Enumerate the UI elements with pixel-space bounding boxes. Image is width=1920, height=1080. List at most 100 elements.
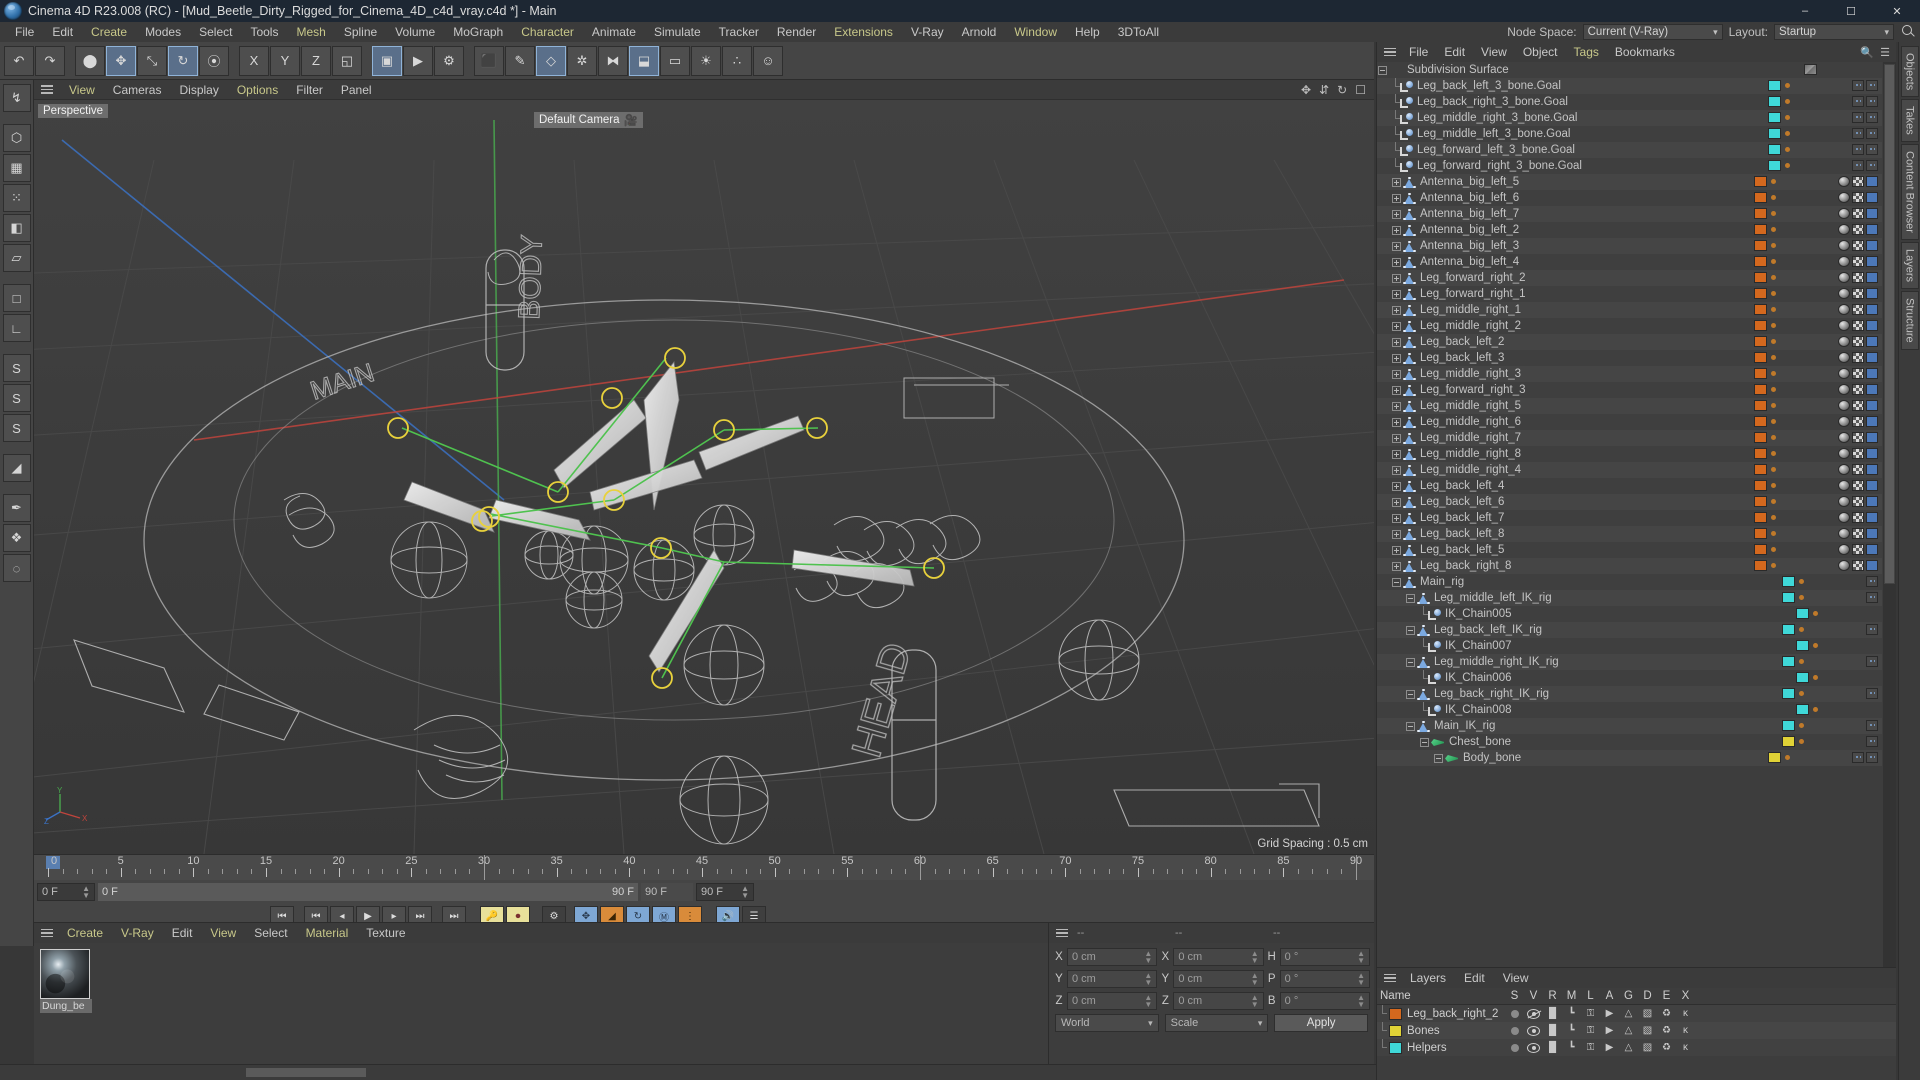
layer-toggle-cell[interactable]: ▧ bbox=[1638, 1042, 1657, 1053]
object-tag-blue[interactable] bbox=[1866, 480, 1878, 491]
object-tree-scrollbar[interactable] bbox=[1883, 62, 1896, 967]
object-tag-dot[interactable] bbox=[1799, 723, 1804, 728]
object-tag-blue[interactable] bbox=[1866, 272, 1878, 283]
object-tag-sph[interactable] bbox=[1838, 544, 1850, 555]
object-tag-dot[interactable] bbox=[1785, 83, 1790, 88]
spinner-icon[interactable]: ▲ ▼ bbox=[741, 885, 749, 900]
uv-button[interactable]: ◌ bbox=[2, 554, 31, 582]
object-layer-color-orange[interactable] bbox=[1754, 288, 1767, 299]
tree-twirl-plus[interactable] bbox=[1391, 481, 1402, 492]
object-tag-sph[interactable] bbox=[1838, 384, 1850, 395]
lock-x-button[interactable]: X bbox=[239, 45, 269, 76]
object-tag-dot[interactable] bbox=[1771, 227, 1776, 232]
object-tree-row[interactable]: Leg_back_left_IK_rig bbox=[1377, 622, 1882, 638]
light-button[interactable]: ☀ bbox=[691, 45, 721, 76]
material-menu-icon[interactable] bbox=[38, 928, 56, 938]
object-tag-dot[interactable] bbox=[1785, 147, 1790, 152]
close-button[interactable]: ✕ bbox=[1874, 0, 1920, 22]
world-axis-button[interactable]: ⦿ bbox=[199, 45, 229, 76]
object-tag-sph[interactable] bbox=[1838, 288, 1850, 299]
spinner-icon[interactable]: ▲ ▼ bbox=[1144, 972, 1152, 987]
floor-environment-button[interactable]: ⬓ bbox=[629, 45, 659, 76]
object-tag-dots[interactable] bbox=[1852, 96, 1864, 107]
spinner-icon[interactable]: ▲ ▼ bbox=[1144, 994, 1152, 1009]
object-tag-blue[interactable] bbox=[1866, 224, 1878, 235]
object-tag-blue[interactable] bbox=[1866, 560, 1878, 571]
tree-twirl-plus[interactable] bbox=[1391, 545, 1402, 556]
object-tree-row[interactable]: Leg_middle_right_8 bbox=[1377, 446, 1882, 462]
object-tag-dot[interactable] bbox=[1771, 307, 1776, 312]
object-tag-dots[interactable] bbox=[1866, 80, 1878, 91]
object-menu-tags[interactable]: Tags bbox=[1566, 42, 1607, 62]
texture-mode-button[interactable]: ▦ bbox=[2, 154, 31, 182]
tree-twirl-plus[interactable] bbox=[1391, 385, 1402, 396]
menu-item-volume[interactable]: Volume bbox=[386, 22, 444, 42]
object-tag-check[interactable] bbox=[1852, 208, 1864, 219]
layer-toggle-cell[interactable]: ♻ bbox=[1657, 1025, 1676, 1036]
bend-deformer-button[interactable]: ⧓ bbox=[598, 45, 628, 76]
object-tree-row[interactable]: Main_rig bbox=[1377, 574, 1882, 590]
object-tag-check[interactable] bbox=[1852, 416, 1864, 427]
object-tree-row[interactable]: Antenna_big_left_2 bbox=[1377, 222, 1882, 238]
object-tag-check[interactable] bbox=[1852, 288, 1864, 299]
menu-item-window[interactable]: Window bbox=[1005, 22, 1066, 42]
menu-item-tools[interactable]: Tools bbox=[241, 22, 287, 42]
object-tag-dot[interactable] bbox=[1771, 259, 1776, 264]
menu-item-spline[interactable]: Spline bbox=[335, 22, 386, 42]
menu-item-render[interactable]: Render bbox=[768, 22, 825, 42]
menu-item-character[interactable]: Character bbox=[512, 22, 583, 42]
object-tag-blue[interactable] bbox=[1866, 176, 1878, 187]
object-tag-blue[interactable] bbox=[1866, 352, 1878, 363]
object-layer-color-orange[interactable] bbox=[1754, 192, 1767, 203]
object-tag-sph[interactable] bbox=[1838, 224, 1850, 235]
object-tag-dots[interactable] bbox=[1852, 752, 1864, 763]
object-menu-edit[interactable]: Edit bbox=[1436, 42, 1473, 62]
dolly-icon[interactable]: ⇵ bbox=[1319, 83, 1329, 97]
joint-tool-button[interactable]: ∴ bbox=[722, 45, 752, 76]
object-tag-check[interactable] bbox=[1852, 544, 1864, 555]
object-layer-color-orange[interactable] bbox=[1754, 272, 1767, 283]
redo-button[interactable]: ↷ bbox=[35, 45, 65, 76]
object-layer-color-orange[interactable] bbox=[1754, 176, 1767, 187]
render-settings-button[interactable]: ⚙ bbox=[434, 45, 464, 76]
coordinate-rotation-field[interactable]: 0 ° ▲ ▼ bbox=[1279, 948, 1370, 966]
spinner-icon[interactable]: ▲ ▼ bbox=[82, 885, 90, 900]
object-tree-row[interactable]: Leg_back_left_3 bbox=[1377, 350, 1882, 366]
material-menu-view[interactable]: View bbox=[201, 923, 245, 943]
object-tag-blue[interactable] bbox=[1866, 336, 1878, 347]
object-tag-dot[interactable] bbox=[1771, 275, 1776, 280]
object-tree-row[interactable]: Leg_middle_right_3 bbox=[1377, 366, 1882, 382]
make-editable-button[interactable]: ↯ bbox=[2, 84, 31, 112]
layer-row[interactable]: Bones █ ┗ ⚿ ▶ △ ▧ ♻ κ bbox=[1377, 1022, 1896, 1039]
rotate-button[interactable]: ↻ bbox=[168, 45, 198, 76]
layer-toggle-cell[interactable] bbox=[1505, 1043, 1524, 1052]
object-tree-row[interactable]: Leg_middle_right_7 bbox=[1377, 430, 1882, 446]
viewport-menu-options[interactable]: Options bbox=[228, 80, 287, 100]
object-tag-sph[interactable] bbox=[1838, 272, 1850, 283]
layers-menu-icon[interactable] bbox=[1381, 973, 1399, 983]
object-tag-check[interactable] bbox=[1852, 352, 1864, 363]
object-tag-dot[interactable] bbox=[1785, 99, 1790, 104]
coordinate-position-field[interactable]: 0 cm ▲ ▼ bbox=[1067, 970, 1158, 988]
tree-twirl-plus[interactable] bbox=[1391, 353, 1402, 364]
object-tag-blue[interactable] bbox=[1866, 288, 1878, 299]
layers-column-d[interactable]: D bbox=[1638, 990, 1657, 1002]
object-tree-row[interactable]: Leg_forward_right_2 bbox=[1377, 270, 1882, 286]
object-tree-row[interactable]: Leg_back_left_4 bbox=[1377, 478, 1882, 494]
layer-toggle-cell[interactable]: ⚿ bbox=[1581, 1025, 1600, 1036]
layer-toggle-cell[interactable]: ▧ bbox=[1638, 1025, 1657, 1036]
object-menu-object[interactable]: Object bbox=[1515, 42, 1566, 62]
object-tree-row[interactable]: Chest_bone bbox=[1377, 734, 1882, 750]
coordinate-size-field[interactable]: 0 cm ▲ ▼ bbox=[1173, 948, 1264, 966]
current-frame-field[interactable]: 0 F ▲ ▼ bbox=[37, 883, 95, 901]
object-layer-color-cyan[interactable] bbox=[1768, 80, 1781, 91]
coordinate-space-select[interactable]: World ▾ bbox=[1055, 1014, 1159, 1032]
tree-twirl-minus[interactable] bbox=[1377, 65, 1388, 76]
object-tag-sph[interactable] bbox=[1838, 560, 1850, 571]
object-tree-row[interactable]: Leg_back_left_7 bbox=[1377, 510, 1882, 526]
minimize-button[interactable]: – bbox=[1782, 0, 1828, 22]
object-tag-dot[interactable] bbox=[1771, 291, 1776, 296]
preview-range-bar[interactable]: 0 F 90 F bbox=[98, 883, 638, 901]
tree-twirl-minus[interactable] bbox=[1405, 593, 1416, 604]
spinner-icon[interactable]: ▲ ▼ bbox=[1251, 994, 1259, 1009]
